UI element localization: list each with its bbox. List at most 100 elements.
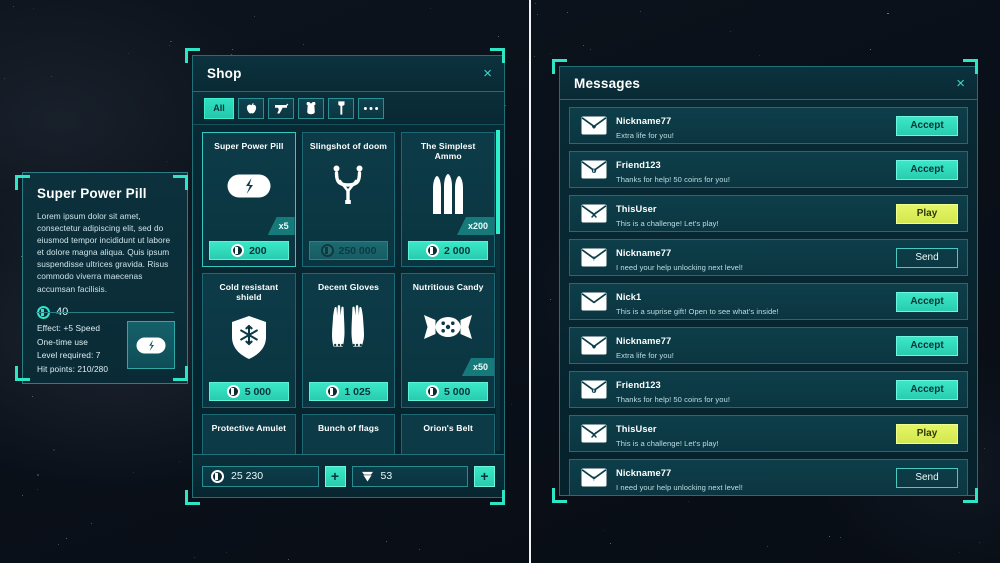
message-action-button[interactable]: Send: [896, 247, 958, 268]
message-sender: Nickname77: [616, 115, 672, 126]
message-content: ThisUser This is a challenge! Let's play!: [607, 199, 896, 229]
message-body: Extra life for you!: [616, 131, 674, 141]
message-action-button[interactable]: Accept: [896, 379, 958, 400]
message-row[interactable]: Nickname77 Extra life for you! Accept: [569, 327, 968, 364]
shop-item-card[interactable]: Orion's Belt: [401, 414, 495, 454]
shop-item-card[interactable]: Slingshot of doom 250 000: [301, 132, 396, 267]
message-row[interactable]: Friend123 Thanks for help! 50 coins for y…: [569, 151, 968, 188]
shop-item-buy-button[interactable]: 5 000: [408, 382, 488, 401]
shop-panel: Shop × All Super Power Pill x5 200 Sling…: [192, 55, 505, 498]
more-dots-icon: [363, 106, 379, 110]
coin-icon: [226, 385, 240, 398]
shop-item-card[interactable]: Bunch of flags: [301, 414, 396, 454]
envelope-help-icon: ?: [581, 468, 607, 487]
message-content: Friend123 Thanks for help! 50 coins for y…: [607, 155, 896, 185]
envelope-heart-icon: [581, 116, 607, 135]
shop-item-qty-badge: x5: [267, 217, 295, 235]
close-icon[interactable]: ×: [483, 66, 492, 81]
add-gems-button[interactable]: +: [474, 465, 495, 487]
shop-item-card[interactable]: Cold resistant shield 5 000: [202, 273, 296, 408]
message-action-button[interactable]: Accept: [896, 335, 958, 356]
shield-snowflake-icon: [231, 315, 266, 359]
message-envelope: [581, 116, 607, 135]
shop-item-buy-button[interactable]: 2 000: [408, 241, 488, 260]
shop-header: Shop ×: [193, 56, 504, 92]
message-row[interactable]: ? Nickname77 I need your help unlocking ne…: [569, 239, 968, 276]
shop-item-qty: x50: [472, 362, 488, 372]
message-envelope: [581, 336, 607, 355]
message-sender: Friend123: [616, 379, 661, 390]
tab-food[interactable]: [238, 97, 264, 119]
message-action-button[interactable]: Play: [896, 423, 958, 444]
tab-armor[interactable]: [298, 97, 324, 119]
shop-item-name: Protective Amulet: [211, 423, 287, 433]
close-icon[interactable]: ×: [956, 76, 965, 91]
message-action-button[interactable]: Accept: [896, 291, 958, 312]
svg-text:?: ?: [592, 257, 595, 263]
message-envelope: ?: [581, 468, 607, 487]
messages-list: Nickname77 Extra life for you! Accept Frien…: [560, 100, 977, 495]
gun-icon: [274, 103, 288, 113]
message-sender: ThisUser: [616, 203, 657, 214]
shop-item-buy-button[interactable]: 1 025: [308, 382, 389, 401]
shop-scrollbar-thumb[interactable]: [496, 130, 500, 234]
armor-icon: [306, 102, 316, 115]
messages-header: Messages ×: [560, 67, 977, 100]
pill-icon: [227, 174, 271, 198]
tooltip-description: Lorem ipsum dolor sit amet, consectetur …: [37, 211, 171, 294]
shop-item-art: [402, 294, 494, 360]
shop-title: Shop: [207, 66, 242, 81]
shop-currency-bar: 25 230 + 53 +: [193, 454, 504, 497]
tab-weapons[interactable]: [268, 97, 294, 119]
envelope-icon: [581, 292, 607, 311]
shop-item-card[interactable]: Protective Amulet: [202, 414, 296, 454]
tooltip-divider: [36, 312, 174, 313]
message-row[interactable]: ? Nickname77 I need your help unlocking ne…: [569, 459, 968, 495]
message-sender: Nickname77: [616, 467, 672, 478]
message-action-button[interactable]: Play: [896, 203, 958, 224]
message-row[interactable]: Nickname77 Extra life for you! Accept: [569, 107, 968, 144]
tab-more[interactable]: [358, 97, 384, 119]
tab-all[interactable]: All: [204, 97, 234, 119]
coin-icon: [211, 469, 224, 483]
pill-icon: [136, 337, 166, 353]
shop-item-buy-button[interactable]: 5 000: [209, 382, 289, 401]
shop-item-card[interactable]: Decent Gloves 1 025: [301, 273, 396, 408]
message-sender: ThisUser: [616, 423, 657, 434]
shop-item-card[interactable]: Nutritious Candy x50 5 000: [401, 273, 495, 408]
shop-item-buy-button[interactable]: 200: [209, 241, 289, 260]
shop-item-price: 200: [249, 244, 267, 257]
message-action-button[interactable]: Accept: [896, 115, 958, 136]
message-body: This is a suprise gift! Open to see what…: [616, 307, 779, 317]
message-action-button[interactable]: Send: [896, 467, 958, 488]
envelope-swords-icon: [581, 424, 607, 443]
shop-item-price: 5 000: [444, 385, 471, 398]
tab-tools[interactable]: [328, 97, 354, 119]
shop-item-art: [303, 294, 395, 360]
shop-item-art: [203, 153, 295, 219]
message-envelope: [581, 380, 607, 399]
shop-item-qty: x200: [467, 221, 488, 231]
envelope-coin-icon: [581, 160, 607, 179]
message-row[interactable]: ThisUser This is a challenge! Let's play!…: [569, 195, 968, 232]
envelope-coin-icon: [581, 380, 607, 399]
add-coins-button[interactable]: +: [324, 465, 346, 487]
item-detail-tooltip: Super Power Pill Lorem ipsum dolor sit a…: [22, 172, 188, 384]
shop-item-name: Bunch of flags: [317, 423, 380, 433]
envelope-help-icon: ?: [581, 248, 607, 267]
message-envelope: [581, 424, 607, 443]
shop-item-grid: Super Power Pill x5 200 Slingshot of doo…: [202, 132, 495, 454]
shop-item-name: Nutritious Candy: [412, 282, 484, 292]
shop-item-card[interactable]: Super Power Pill x5 200: [202, 132, 296, 267]
message-action-button[interactable]: Accept: [896, 159, 958, 180]
shop-item-price: 2 000: [444, 244, 471, 257]
message-row[interactable]: ThisUser This is a challenge! Let's play!…: [569, 415, 968, 452]
message-envelope: [581, 160, 607, 179]
gem-icon: [361, 471, 373, 481]
tooltip-stat: Effect: +5 Speed: [37, 323, 101, 333]
shop-item-name: Decent Gloves: [317, 282, 379, 292]
shop-item-card[interactable]: The Simplest Ammo x200 2 000: [401, 132, 495, 267]
message-row[interactable]: Friend123 Thanks for help! 50 coins for y…: [569, 371, 968, 408]
message-row[interactable]: Nick1 This is a suprise gift! Open to see…: [569, 283, 968, 320]
shop-item-art: [203, 304, 295, 370]
